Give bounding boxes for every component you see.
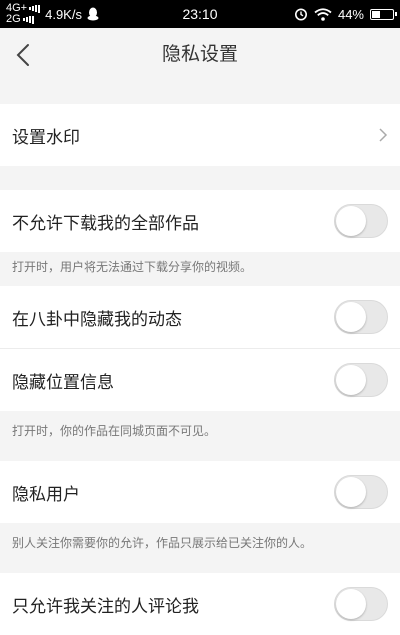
page-title: 隐私设置 [161,43,238,65]
nav-bar: 隐私设置 [0,28,400,80]
no-download-toggle[interactable] [334,204,388,238]
toggle-knob [336,365,366,395]
private-user-hint: 别人关注你需要你的允许，作品只展示给已关注你的人。 [0,523,400,573]
no-download-label: 不允许下载我的全部作品 [12,213,199,234]
hide-location-row: 隐藏位置信息 [0,349,400,411]
private-user-toggle[interactable] [334,475,388,509]
toggle-knob [336,477,366,507]
hide-in-gossip-row: 在八卦中隐藏我的动态 [0,286,400,348]
watermark-row[interactable]: 设置水印 [0,104,400,166]
no-download-hint: 打开时，用户将无法通过下载分享你的视频。 [0,252,400,286]
toggle-knob [336,589,366,619]
settings-list: 设置水印 不允许下载我的全部作品 打开时，用户将无法通过下载分享你的视频。 在八… [0,80,400,635]
hide-in-gossip-toggle[interactable] [334,300,388,334]
wifi-icon [314,7,332,21]
alarm-icon [294,8,307,21]
hide-location-label: 隐藏位置信息 [12,372,114,393]
comment-following-only-toggle[interactable] [334,587,388,621]
status-right: 44% [294,0,397,28]
hide-location-toggle[interactable] [334,363,388,397]
battery-fill [372,10,381,18]
chevron-right-icon [379,128,388,142]
hide-location-hint: 打开时，你的作品在同城页面不可见。 [0,411,400,461]
no-download-row: 不允许下载我的全部作品 [0,190,400,252]
comment-following-only-label: 只允许我关注的人评论我 [12,596,199,617]
battery-icon [370,8,397,20]
toggle-knob [336,302,366,332]
status-bar: 4G+ 2G 4.9K/s 23:10 44% [0,0,400,28]
battery-percent: 44% [337,6,364,22]
toggle-knob [336,206,366,236]
hide-in-gossip-label: 在八卦中隐藏我的动态 [12,309,182,330]
private-user-row: 隐私用户 [0,461,400,523]
private-user-label: 隐私用户 [12,484,80,505]
watermark-label: 设置水印 [12,127,80,148]
